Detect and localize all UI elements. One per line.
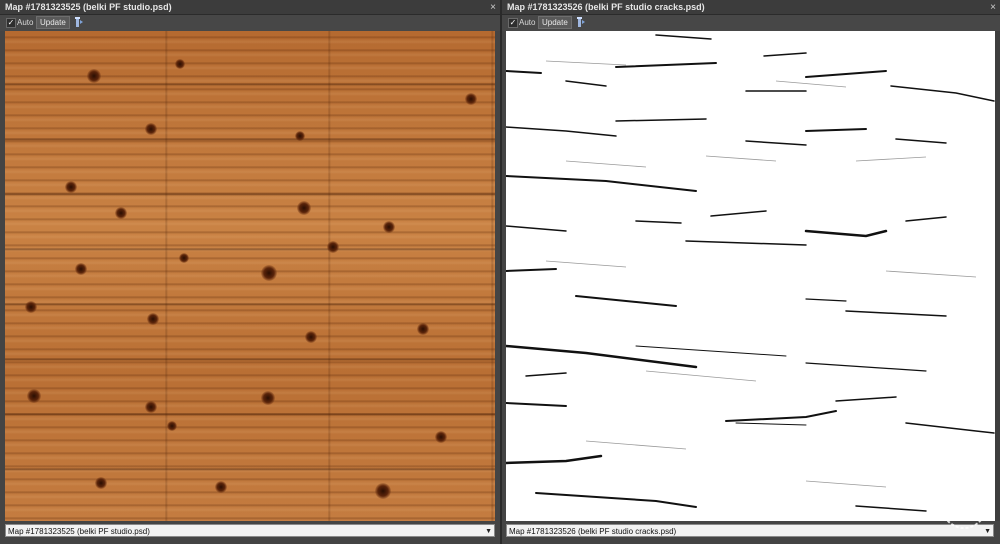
wood-texture-map	[5, 31, 495, 521]
panel-toolbar: ✓ Auto Update	[502, 15, 1000, 31]
pin-icon[interactable]	[74, 16, 84, 28]
map-panel-left: Map #1781323525 (belki PF studio.psd) × …	[0, 0, 500, 544]
panel-edge-strip	[995, 31, 1000, 521]
close-icon[interactable]: ×	[990, 0, 996, 15]
panel-title-bar[interactable]: Map #1781323526 (belki PF studio cracks.…	[502, 0, 1000, 15]
close-icon[interactable]: ×	[490, 0, 496, 15]
update-button[interactable]: Update	[538, 16, 572, 29]
chevron-down-icon[interactable]: ▼	[485, 525, 492, 538]
watermark-logo: ABBS	[941, 483, 987, 529]
watermark-text: ABBS	[947, 500, 980, 513]
dropdown-value: Map #1781323525 (belki PF studio.psd)	[8, 527, 150, 536]
panel-title: Map #1781323526 (belki PF studio cracks.…	[507, 2, 705, 12]
auto-checkbox[interactable]: ✓	[6, 18, 16, 28]
auto-checkbox[interactable]: ✓	[508, 18, 518, 28]
map-select-dropdown[interactable]: Map #1781323526 (belki PF studio cracks.…	[506, 524, 994, 537]
crack-lines	[506, 34, 995, 512]
panel-title: Map #1781323525 (belki PF studio.psd)	[5, 2, 172, 12]
dropdown-value: Map #1781323526 (belki PF studio cracks.…	[509, 527, 677, 536]
pin-icon[interactable]	[576, 16, 586, 28]
map-select-dropdown[interactable]: Map #1781323525 (belki PF studio.psd) ▼	[5, 524, 495, 537]
panel-title-bar[interactable]: Map #1781323525 (belki PF studio.psd) ×	[0, 0, 500, 15]
cracks-texture-map	[506, 31, 996, 521]
map-panel-right: Map #1781323526 (belki PF studio cracks.…	[502, 0, 1000, 544]
auto-label: Auto	[519, 18, 536, 27]
auto-label: Auto	[17, 18, 34, 27]
panel-toolbar: ✓ Auto Update	[0, 15, 500, 31]
update-button[interactable]: Update	[36, 16, 70, 29]
